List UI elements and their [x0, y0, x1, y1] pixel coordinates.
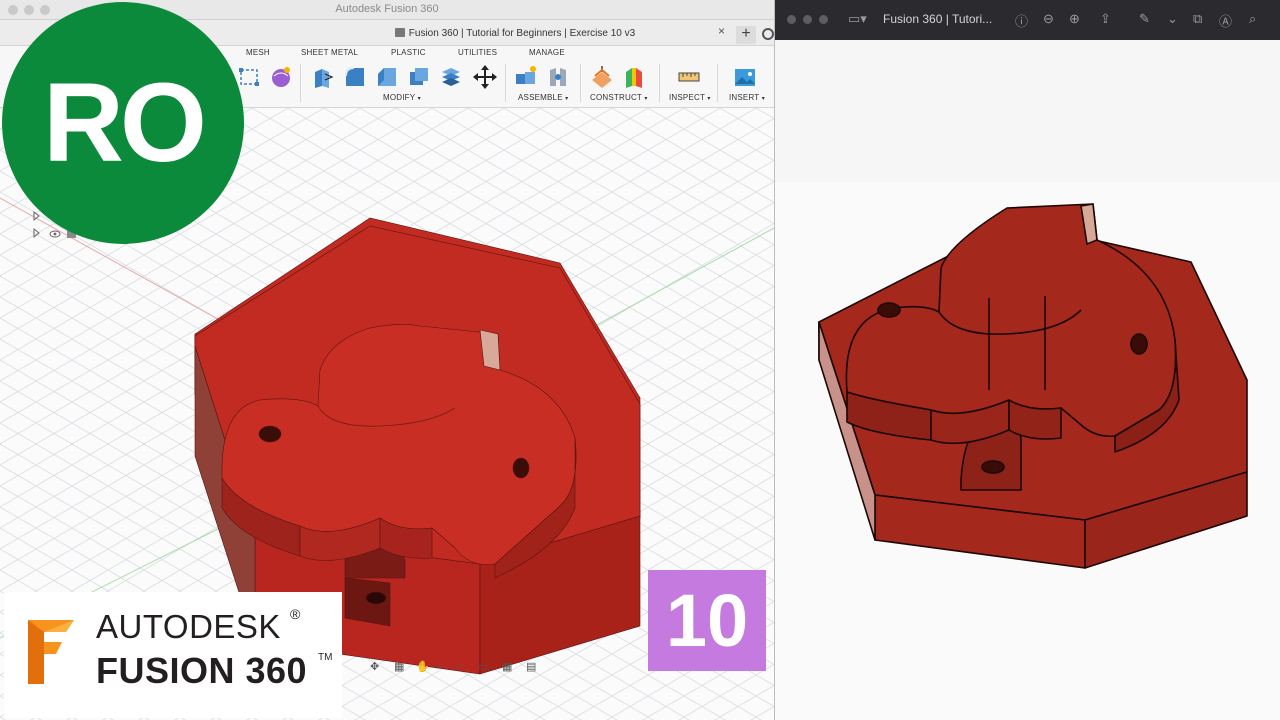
ro-badge: RO [2, 2, 244, 244]
preview-rendered-part [818, 203, 1248, 569]
chevron-down-icon[interactable]: ⌄ [1167, 11, 1178, 27]
document-tab[interactable]: Fusion 360 | Tutorial for Beginners | Ex… [300, 23, 730, 45]
document-cube-icon [394, 28, 405, 37]
insert-menu[interactable]: INSERT ▾ [729, 93, 765, 102]
orbit-icon[interactable]: ✥ [370, 660, 379, 673]
preview-window: ▭▾ Fusion 360 | Tutori... ⓘ ⊖ ⊕ ⇪ ✎ ⌄ ⧉ … [774, 0, 1280, 720]
grid-settings-icon[interactable]: ▦ [502, 660, 512, 673]
autodesk-fusion-logo-box: AUTODESK ® FUSION 360 TM [4, 592, 342, 718]
brand-autodesk: AUTODESK [96, 608, 281, 645]
document-tab-label: Fusion 360 | Tutorial for Beginners | Ex… [408, 28, 636, 39]
move-icon[interactable] [472, 64, 498, 90]
combine-icon[interactable] [438, 64, 464, 90]
zoom-out-icon[interactable]: ⊖ [1043, 11, 1054, 27]
assemble-menu-label: ASSEMBLE [518, 93, 563, 102]
job-status-icon[interactable] [762, 28, 774, 40]
zoom-window-button[interactable] [819, 15, 828, 24]
preview-title: Fusion 360 | Tutori... [883, 12, 993, 26]
look-at-icon[interactable]: ▦ [394, 660, 404, 673]
tab-sheet-metal[interactable]: SHEET METAL [301, 48, 358, 57]
search-icon[interactable]: ⌕ [1249, 11, 1256, 27]
ribbon-separator [717, 64, 718, 102]
info-icon[interactable]: ⓘ [1015, 11, 1028, 30]
zoom-icon[interactable]: ⌕ [436, 660, 442, 673]
rotate-icon[interactable]: ⧉ [1193, 11, 1202, 27]
episode-badge: 10 [648, 570, 766, 671]
chevron-down-icon: ▾ [707, 96, 711, 102]
construct-menu[interactable]: CONSTRUCT ▾ [590, 93, 648, 102]
joint-icon[interactable] [545, 64, 571, 90]
chevron-down-icon: ▾ [417, 96, 421, 102]
modify-menu-label: MODIFY [383, 93, 416, 102]
press-pull-icon[interactable] [310, 64, 336, 90]
fusion-logo-icon [28, 620, 74, 684]
new-tab-button[interactable]: + [736, 26, 756, 44]
fit-icon[interactable]: ⌕ [456, 660, 462, 673]
screen: Autodesk Fusion 360 Fusion 360 | Tutoria… [0, 0, 1280, 720]
ribbon-separator [300, 64, 301, 102]
fillet-icon[interactable] [342, 64, 368, 90]
tab-manage[interactable]: MANAGE [529, 48, 565, 57]
inspect-menu[interactable]: INSPECT ▾ [669, 93, 711, 102]
annotate-icon[interactable]: Ⓐ [1219, 11, 1232, 30]
brand-trademark: TM [318, 652, 333, 663]
viewport-navigation-bar: ✥ ▦ ✋ ⌕ ⌕ ▭ ▦ ▤ [370, 660, 550, 676]
markup-icon[interactable]: ✎ [1139, 11, 1150, 27]
preview-toolbar: ▭▾ Fusion 360 | Tutori... ⓘ ⊖ ⊕ ⇪ ✎ ⌄ ⧉ … [775, 0, 1280, 40]
chevron-down-icon: ▾ [644, 96, 648, 102]
tab-close-button[interactable]: × [718, 24, 725, 38]
sidebar-icon[interactable]: ▭▾ [848, 11, 867, 27]
chevron-down-icon: ▾ [565, 96, 569, 102]
minimize-window-button[interactable] [803, 15, 812, 24]
episode-number: 10 [665, 579, 749, 662]
ro-badge-text: RO [43, 60, 207, 185]
share-icon[interactable]: ⇪ [1100, 11, 1111, 27]
chevron-down-icon: ▾ [761, 96, 765, 102]
insert-menu-label: INSERT [729, 93, 760, 102]
shell-icon[interactable] [406, 64, 432, 90]
viewports-icon[interactable]: ▤ [526, 660, 536, 673]
tab-utilities[interactable]: UTILITIES [458, 48, 497, 57]
chamfer-icon[interactable] [374, 64, 400, 90]
insert-image-icon[interactable] [732, 64, 758, 90]
ribbon-separator [505, 64, 506, 102]
form-icon[interactable] [268, 64, 294, 90]
midplane-icon[interactable] [621, 64, 647, 90]
close-window-button[interactable] [787, 15, 796, 24]
ribbon-separator [659, 64, 660, 102]
construct-menu-label: CONSTRUCT [590, 93, 642, 102]
pan-icon[interactable]: ✋ [416, 660, 430, 673]
assemble-menu[interactable]: ASSEMBLE ▾ [518, 93, 568, 102]
tab-plastic[interactable]: PLASTIC [391, 48, 426, 57]
brand-registered-mark: ® [290, 606, 301, 622]
inspect-menu-label: INSPECT [669, 93, 705, 102]
measure-icon[interactable] [676, 64, 702, 90]
offset-plane-icon[interactable] [589, 64, 615, 90]
modify-menu[interactable]: MODIFY ▾ [383, 93, 421, 102]
preview-document[interactable] [775, 40, 1280, 720]
new-component-icon[interactable] [513, 64, 539, 90]
brand-fusion-360: FUSION 360 [96, 650, 308, 691]
tab-mesh[interactable]: MESH [246, 48, 270, 57]
zoom-in-icon[interactable]: ⊕ [1069, 11, 1080, 27]
display-settings-icon[interactable]: ▭ [478, 660, 488, 673]
ribbon-separator [580, 64, 581, 102]
